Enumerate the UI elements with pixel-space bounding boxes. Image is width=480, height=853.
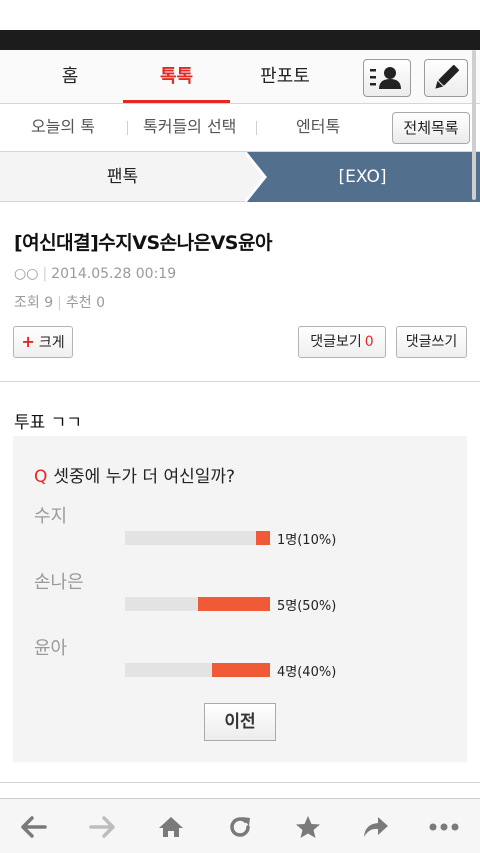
profile-list-icon	[370, 67, 401, 89]
tab-fanpoto[interactable]: 판포토	[250, 50, 320, 104]
poll-option-label[interactable]: 윤아	[34, 634, 67, 660]
subnav-entertainment-talk[interactable]: 엔터톡	[296, 104, 340, 152]
poll-option-label[interactable]: 수지	[34, 502, 67, 528]
browser-toolbar	[0, 798, 480, 853]
poll-option-fill	[255, 531, 270, 545]
subnav-today-talk[interactable]: 오늘의 톡	[31, 104, 95, 152]
poll-question: Q 셋중에 누가 더 여신일까?	[34, 462, 235, 487]
recommend-label: 추천	[65, 295, 92, 311]
all-list-button[interactable]: 전체목록	[392, 112, 470, 144]
write-button[interactable]	[424, 59, 468, 97]
recommend-count: 0	[96, 295, 105, 311]
status-bar	[0, 0, 480, 50]
post-stats: 조회 9 | 추천 0	[14, 295, 105, 311]
poll-option-result: 5명(50%)	[277, 599, 337, 614]
poll-option-result: 4명(40%)	[277, 665, 337, 680]
question-mark: Q	[34, 467, 48, 487]
back-arrow-icon[interactable]	[10, 799, 58, 853]
write-comment-button[interactable]: 댓글쓰기	[396, 326, 467, 358]
bigger-text-label: 크게	[38, 335, 65, 351]
post-meta: ○○ | 2014.05.28 00:19	[14, 266, 177, 282]
divider	[0, 782, 480, 783]
poll-option-fill	[197, 597, 270, 611]
view-comments-label: 댓글보기	[310, 334, 362, 350]
scroll-indicator	[472, 50, 476, 200]
breadcrumb-exo[interactable]: [EXO]	[300, 152, 425, 202]
more-icon[interactable]	[420, 799, 468, 853]
star-icon[interactable]	[284, 799, 332, 853]
comments-count: 0	[364, 334, 374, 350]
views-count: 9	[44, 295, 54, 311]
breadcrumb: 팬톡 [EXO]	[0, 152, 480, 202]
prev-button[interactable]: 이전	[204, 703, 276, 741]
home-icon[interactable]	[147, 799, 195, 853]
divider	[0, 381, 480, 382]
subnav-talkers-choice[interactable]: 톡커들의 선택	[143, 104, 236, 152]
pencil-icon	[435, 64, 460, 89]
subnav-divider	[256, 121, 257, 135]
sub-nav: 오늘의 톡 톡커들의 선택 엔터톡 전체목록	[0, 104, 480, 152]
views-label: 조회	[14, 295, 40, 311]
poll-option-result: 1명(10%)	[277, 533, 337, 548]
poll-option-label[interactable]: 손나은	[34, 568, 84, 594]
forward-arrow-icon[interactable]	[78, 799, 126, 853]
subnav-divider	[127, 121, 128, 135]
poll-option-fill	[212, 663, 270, 677]
tab-toktok[interactable]: 톡톡	[123, 50, 230, 104]
view-comments-button[interactable]: 댓글보기 0	[298, 326, 386, 358]
refresh-icon[interactable]	[216, 799, 264, 853]
poll-option-bar	[125, 597, 270, 611]
poll-option-bar	[125, 531, 270, 545]
post-author[interactable]: ○○	[14, 266, 38, 282]
tab-home[interactable]: 홈	[40, 50, 100, 104]
vote-heading: 투표 ㄱㄱ	[14, 413, 82, 433]
main-nav: 홈 톡톡 판포토	[0, 50, 480, 104]
plus-icon: +	[21, 332, 35, 351]
poll-box: Q 셋중에 누가 더 여신일까? 수지 1명(10%) 손나은 5명(50%) 윤…	[13, 436, 467, 762]
poll-option-bar	[125, 663, 270, 677]
bigger-text-button[interactable]: + 크게	[13, 326, 73, 358]
share-icon[interactable]	[352, 799, 400, 853]
post-title: [여신대결]수지VS손나은VS윤아	[14, 232, 272, 254]
profile-list-button[interactable]	[363, 59, 411, 97]
breadcrumb-fantalk[interactable]: 팬톡	[0, 152, 245, 202]
poll-question-text: 셋중에 누가 더 여신일까?	[53, 467, 236, 487]
post-date: 2014.05.28 00:19	[51, 266, 177, 282]
